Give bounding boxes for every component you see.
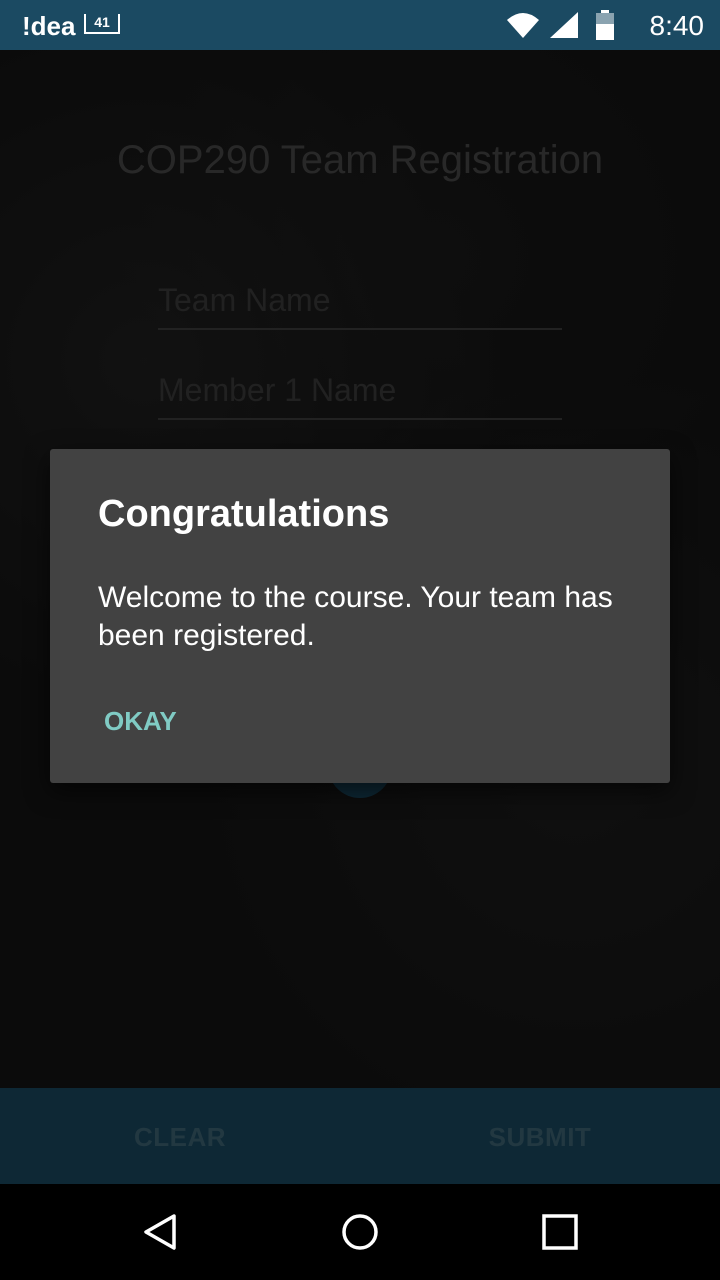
carrier-name: !dea <box>22 11 76 41</box>
dialog-title: Congratulations <box>98 493 390 535</box>
navigation-bar <box>0 1184 720 1280</box>
sim-badge: 41 <box>84 14 120 34</box>
status-icons: 8:40 <box>500 0 720 50</box>
congratulations-dialog: Congratulations Welcome to the course. Y… <box>50 449 670 783</box>
back-icon[interactable] <box>140 1212 180 1252</box>
battery-icon <box>596 10 614 40</box>
status-bar: !dea 41 8:40 <box>0 0 720 50</box>
home-icon[interactable] <box>340 1212 380 1252</box>
wifi-icon <box>507 13 539 38</box>
recents-icon[interactable] <box>542 1214 578 1250</box>
okay-button[interactable]: OKAY <box>90 697 191 745</box>
clock: 8:40 <box>649 10 705 41</box>
dialog-message: Welcome to the course. Your team has bee… <box>98 581 613 652</box>
signal-icon <box>550 12 578 38</box>
